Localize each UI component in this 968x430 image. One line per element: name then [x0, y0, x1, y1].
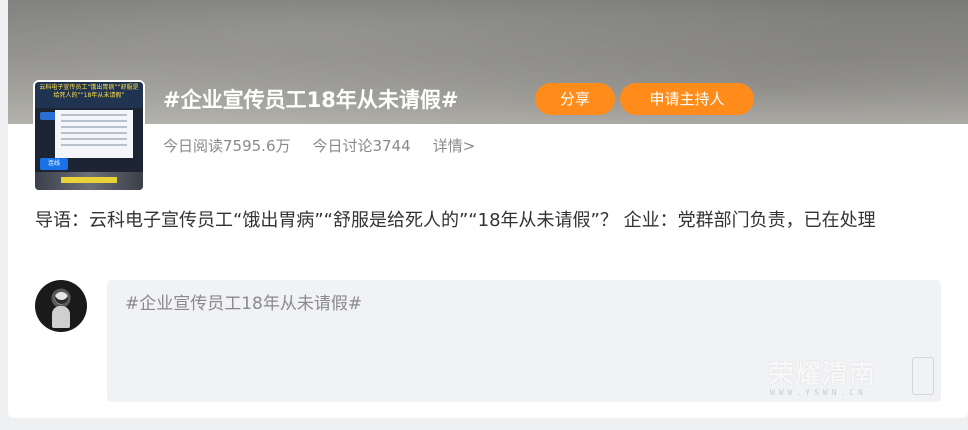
- reads-count: 今日阅读7595.6万: [163, 137, 291, 155]
- watermark: 荣耀渭南 WWW.YSWN.CN: [768, 354, 938, 402]
- discussion-count: 今日讨论3744: [312, 137, 411, 155]
- thumbnail-headline: 云科电子宣传员工“饿出胃病”“舒服是给死人的”“18年从未请假”: [35, 82, 143, 108]
- thumbnail-caption-bar: [35, 172, 143, 190]
- thumbnail-document: [55, 110, 133, 158]
- thumbnail-badge: [40, 112, 56, 120]
- apply-host-button[interactable]: 申请主持人: [620, 83, 754, 115]
- watermark-name: 荣耀渭南: [768, 360, 877, 390]
- topic-banner: [8, 0, 968, 124]
- topic-stats: 今日阅读7595.6万 今日讨论3744 详情>: [163, 134, 497, 158]
- topic-guide: 导语：云科电子宣传员工“饿出胃病”“舒服是给死人的”“18年从未请假”？ 企业：…: [35, 210, 876, 231]
- app-icon: [912, 357, 934, 395]
- thumbnail-tag: 连线: [40, 158, 68, 170]
- details-link[interactable]: 详情>: [433, 137, 476, 155]
- avatar[interactable]: [35, 280, 87, 332]
- topic-thumbnail[interactable]: 云科电子宣传员工“饿出胃病”“舒服是给死人的”“18年从未请假” 连线: [35, 82, 143, 190]
- share-button[interactable]: 分享: [535, 83, 615, 115]
- astronaut-icon: [52, 306, 70, 328]
- topic-title: #企业宣传员工18年从未请假#: [163, 88, 459, 112]
- topic-card: 云科电子宣传员工“饿出胃病”“舒服是给死人的”“18年从未请假” 连线 #企业宣…: [8, 0, 968, 418]
- astronaut-helmet-icon: [55, 292, 68, 304]
- watermark-url: WWW.YSWN.CN: [770, 388, 867, 397]
